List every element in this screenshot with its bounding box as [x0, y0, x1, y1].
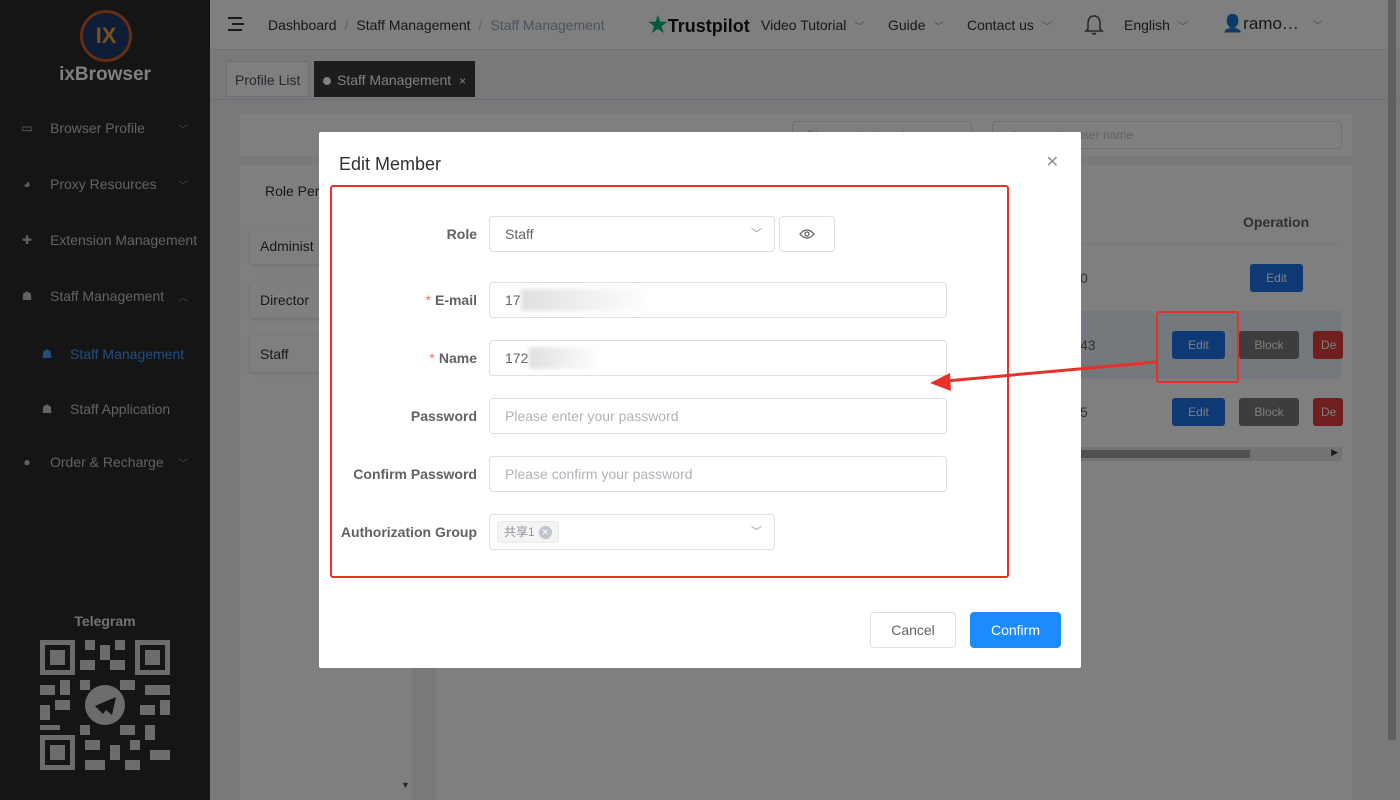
- dialog-title: Edit Member: [339, 154, 442, 174]
- edit-member-dialog: Edit Member ✕ Role Staff ﹀ * E-mail 17 * N…: [319, 132, 1081, 668]
- annotation-highlight-box: [1156, 311, 1239, 383]
- annotation-highlight-box: [330, 185, 1009, 578]
- confirm-button[interactable]: Confirm: [970, 612, 1061, 648]
- cancel-button[interactable]: Cancel: [870, 612, 956, 648]
- close-icon[interactable]: ✕: [1046, 152, 1059, 172]
